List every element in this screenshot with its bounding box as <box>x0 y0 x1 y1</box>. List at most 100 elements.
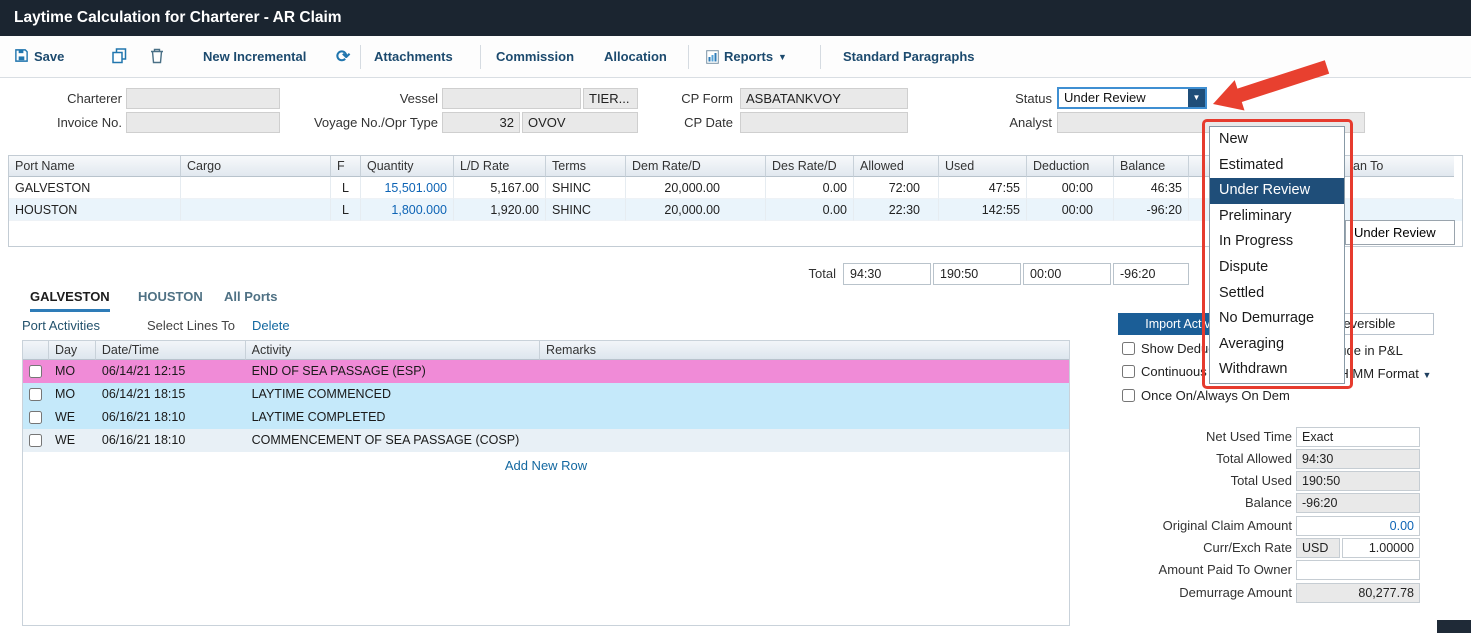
col-header-terms: Terms <box>546 156 626 177</box>
delete-lines-button[interactable]: Delete <box>252 317 290 335</box>
tab-houston[interactable]: HOUSTON <box>138 288 203 306</box>
status-option-settled[interactable]: Settled <box>1210 281 1344 307</box>
activities-grid: Day Date/Time Activity Remarks MO 06/14/… <box>22 340 1070 626</box>
status-option-dispute[interactable]: Dispute <box>1210 255 1344 281</box>
cp-date-field[interactable] <box>740 112 908 133</box>
col-header-remarks: Remarks <box>540 341 1069 360</box>
total-allowed-box: 94:30 <box>843 263 931 285</box>
col-header-select <box>23 341 49 360</box>
trash-icon[interactable] <box>150 48 164 69</box>
vessel-field[interactable] <box>442 88 581 109</box>
status-caret-icon[interactable]: ▼ <box>1188 89 1205 107</box>
row-checkbox[interactable] <box>29 411 42 424</box>
total-allowed-field: 94:30 <box>1296 449 1420 469</box>
cell-des-rate: 0.00 <box>766 177 854 199</box>
status-option-in-progress[interactable]: In Progress <box>1210 229 1344 255</box>
net-used-time-field[interactable]: Exact <box>1296 427 1420 447</box>
add-new-row-link[interactable]: Add New Row <box>23 458 1069 473</box>
balance-label: Balance <box>1117 493 1292 513</box>
status-dropdown[interactable]: Under Review ▼ <box>1057 87 1207 109</box>
col-header-des-rate: Des Rate/D <box>766 156 854 177</box>
status-option-preliminary[interactable]: Preliminary <box>1210 204 1344 230</box>
reports-caret-icon[interactable]: ▼ <box>778 36 787 78</box>
port-activities-label[interactable]: Port Activities <box>22 317 100 335</box>
charterer-field[interactable] <box>126 88 280 109</box>
status-option-averaging[interactable]: Averaging <box>1210 332 1344 358</box>
net-used-time-label: Net Used Time <box>1117 427 1292 447</box>
cell-remarks <box>540 360 1069 383</box>
cell-cargo <box>181 199 331 221</box>
reports-button[interactable]: Reports <box>724 36 773 78</box>
cell-cargo <box>181 177 331 199</box>
cp-form-label: CP Form <box>620 88 733 110</box>
row-checkbox[interactable] <box>29 434 42 447</box>
activities-header: Day Date/Time Activity Remarks <box>23 341 1069 360</box>
checkbox[interactable] <box>1122 389 1135 402</box>
cell-port-name: HOUSTON <box>9 199 181 221</box>
activity-row[interactable]: MO 06/14/21 18:15 LAYTIME COMMENCED <box>23 383 1069 406</box>
status-option-under-review[interactable]: Under Review <box>1210 178 1344 204</box>
col-header-deduction: Deduction <box>1027 156 1114 177</box>
cp-date-label: CP Date <box>620 112 733 134</box>
exchange-rate-field[interactable]: 1.00000 <box>1342 538 1420 558</box>
allocation-button[interactable]: Allocation <box>604 36 667 78</box>
cell-day: MO <box>49 383 96 406</box>
cell-dem-rate: 20,000.00 <box>626 177 766 199</box>
cell-quantity-link[interactable]: 15,501.000 <box>361 177 454 199</box>
cell-f: L <box>331 199 361 221</box>
status-option-no-demurrage[interactable]: No Demurrage <box>1210 306 1344 332</box>
cell-used: 142:55 <box>939 199 1027 221</box>
amount-paid-field[interactable] <box>1296 560 1420 580</box>
format-caret-icon[interactable]: ▼ <box>1422 370 1431 380</box>
cell-port-name: GALVESTON <box>9 177 181 199</box>
status-option-withdrawn[interactable]: Withdrawn <box>1210 357 1344 383</box>
col-header-dem-rate: Dem Rate/D <box>626 156 766 177</box>
voyage-no-field[interactable]: 32 <box>442 112 520 133</box>
time-format-dropdown[interactable]: HH:MM Format ▼ <box>1330 366 1431 383</box>
col-header-allowed: Allowed <box>854 156 939 177</box>
activity-row[interactable]: MO 06/14/21 12:15 END OF SEA PASSAGE (ES… <box>23 360 1069 383</box>
activity-row[interactable]: WE 06/16/21 18:10 LAYTIME COMPLETED <box>23 406 1069 429</box>
tab-all-ports[interactable]: All Ports <box>224 288 277 306</box>
invoice-no-field[interactable] <box>126 112 280 133</box>
cell-terms: SHINC <box>546 177 626 199</box>
port-status-cell[interactable]: Under Review <box>1345 220 1455 245</box>
commission-button[interactable]: Commission <box>496 36 574 78</box>
cell-datetime: 06/16/21 18:10 <box>96 429 246 452</box>
toolbar-divider <box>820 45 821 69</box>
cell-terms: SHINC <box>546 199 626 221</box>
row-checkbox[interactable] <box>29 365 42 378</box>
total-allowed-label: Total Allowed <box>1117 449 1292 469</box>
copy-icon[interactable] <box>112 48 127 69</box>
col-header-day: Day <box>49 341 96 360</box>
cell-activity: END OF SEA PASSAGE (ESP) <box>246 360 540 383</box>
new-incremental-button[interactable]: New Incremental <box>203 36 306 78</box>
refresh-icon[interactable]: ⟳ <box>336 36 350 78</box>
original-claim-amount-field[interactable]: 0.00 <box>1296 516 1420 536</box>
once-on-checkbox[interactable]: Once On/Always On Dem <box>1122 388 1290 404</box>
cell-des-rate: 0.00 <box>766 199 854 221</box>
status-option-estimated[interactable]: Estimated <box>1210 153 1344 179</box>
status-option-new[interactable]: New <box>1210 127 1344 153</box>
total-used-box: 190:50 <box>933 263 1021 285</box>
activity-row[interactable]: WE 06/16/21 18:10 COMMENCEMENT OF SEA PA… <box>23 429 1069 452</box>
attachments-button[interactable]: Attachments <box>374 36 453 78</box>
tab-galveston[interactable]: GALVESTON <box>30 288 110 312</box>
demurrage-amount-field: 80,277.78 <box>1296 583 1420 603</box>
checkbox[interactable] <box>1122 342 1135 355</box>
standard-paragraphs-button[interactable]: Standard Paragraphs <box>843 36 975 78</box>
cell-quantity-link[interactable]: 1,800.000 <box>361 199 454 221</box>
original-claim-amount-label: Original Claim Amount <box>1117 516 1292 536</box>
row-checkbox[interactable] <box>29 388 42 401</box>
cell-deduction: 00:00 <box>1027 177 1114 199</box>
col-header-ld-rate: L/D Rate <box>454 156 546 177</box>
cp-form-field[interactable]: ASBATANKVOY <box>740 88 908 109</box>
save-icon[interactable] <box>14 48 29 68</box>
col-header-balance: Balance <box>1114 156 1189 177</box>
checkbox[interactable] <box>1122 365 1135 378</box>
toolbar-divider <box>360 45 361 69</box>
reports-icon[interactable] <box>706 50 719 69</box>
col-header-quantity: Quantity <box>361 156 454 177</box>
save-button[interactable]: Save <box>34 36 64 78</box>
vessel-label: Vessel <box>300 88 438 110</box>
